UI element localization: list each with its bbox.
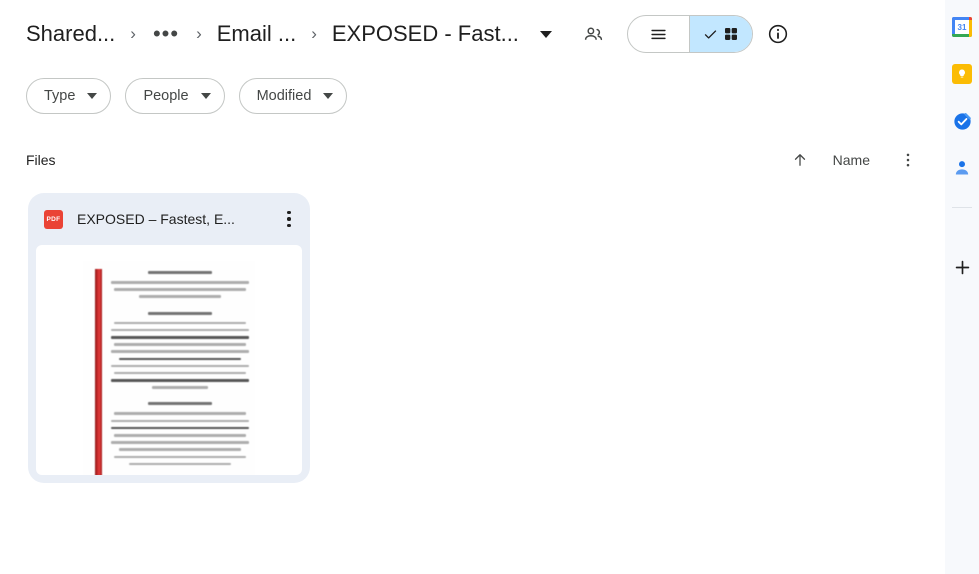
view-toggle[interactable] bbox=[626, 15, 753, 53]
pdf-file-icon: PDF bbox=[44, 209, 63, 229]
filter-chip-people[interactable]: People bbox=[125, 78, 225, 114]
file-card[interactable]: PDF EXPOSED – Fastest, E... bbox=[28, 193, 310, 483]
filter-chip-modified-label: Modified bbox=[256, 88, 312, 104]
breadcrumb-separator: › bbox=[311, 24, 317, 43]
google-contacts-icon[interactable] bbox=[951, 157, 973, 179]
sort-by-label: Name bbox=[832, 152, 870, 168]
breadcrumb-shared[interactable]: Shared... bbox=[22, 19, 119, 49]
plus-icon bbox=[955, 260, 969, 274]
file-card-header: PDF EXPOSED – Fastest, E... bbox=[28, 193, 310, 245]
filter-chip-type[interactable]: Type bbox=[26, 78, 112, 114]
caret-down-icon bbox=[323, 93, 334, 99]
list-view-button[interactable] bbox=[628, 16, 690, 52]
file-grid: PDF EXPOSED – Fastest, E... bbox=[0, 179, 945, 483]
rail-divider bbox=[952, 207, 972, 208]
file-card-thumbnail[interactable] bbox=[36, 245, 302, 475]
file-card-menu-button[interactable] bbox=[274, 204, 304, 234]
files-section-header: Files Name bbox=[0, 114, 945, 179]
drive-folder-view: Shared... › ••• › Email ... › EXPOSED - … bbox=[0, 0, 979, 574]
info-icon bbox=[768, 24, 788, 44]
document-red-bar bbox=[95, 269, 102, 475]
filter-chip-type-label: Type bbox=[44, 88, 76, 104]
document-preview bbox=[83, 261, 255, 475]
google-calendar-icon[interactable]: 31 bbox=[951, 16, 973, 38]
more-vertical-icon bbox=[906, 153, 910, 167]
caret-down-icon bbox=[200, 93, 211, 99]
share-button[interactable] bbox=[575, 15, 613, 53]
breadcrumb-separator: › bbox=[196, 24, 202, 43]
breadcrumb-overflow[interactable]: ••• bbox=[147, 21, 185, 47]
google-tasks-icon[interactable] bbox=[951, 110, 973, 132]
files-section-title: Files bbox=[26, 152, 56, 168]
google-keep-icon[interactable] bbox=[951, 63, 973, 85]
pdf-file-icon-label: PDF bbox=[46, 215, 61, 223]
main-content: Shared... › ••• › Email ... › EXPOSED - … bbox=[0, 0, 945, 574]
breadcrumb-email[interactable]: Email ... bbox=[213, 19, 300, 49]
filter-chip-modified[interactable]: Modified bbox=[238, 78, 348, 114]
sort-direction-button[interactable] bbox=[781, 141, 819, 179]
google-calendar-day-label: 31 bbox=[957, 22, 967, 32]
chevron-down-icon bbox=[539, 30, 552, 38]
filter-chips: Type People Modified bbox=[0, 68, 945, 114]
add-app-button[interactable] bbox=[951, 256, 973, 278]
document-text-lines bbox=[111, 271, 249, 470]
files-section-actions: Name bbox=[781, 141, 927, 179]
check-icon bbox=[704, 29, 717, 39]
lightbulb-icon bbox=[959, 69, 965, 78]
grid-view-button[interactable] bbox=[689, 16, 752, 52]
more-vertical-icon bbox=[287, 210, 291, 215]
files-more-options-button[interactable] bbox=[889, 141, 927, 179]
filter-chip-people-label: People bbox=[143, 88, 189, 104]
sort-by-button[interactable]: Name bbox=[821, 143, 887, 177]
breadcrumb-separator: › bbox=[130, 24, 136, 43]
arrow-up-icon bbox=[794, 154, 805, 166]
breadcrumb-current[interactable]: EXPOSED - Fast... bbox=[328, 19, 523, 49]
side-panel-rail: 31 bbox=[945, 0, 979, 574]
people-share-icon bbox=[585, 27, 603, 40]
grid-view-icon bbox=[724, 28, 737, 40]
list-view-icon bbox=[651, 29, 666, 39]
more-vertical-icon bbox=[287, 223, 291, 228]
details-info-button[interactable] bbox=[759, 15, 797, 53]
header-bar: Shared... › ••• › Email ... › EXPOSED - … bbox=[0, 0, 945, 68]
file-card-title: EXPOSED – Fastest, E... bbox=[77, 211, 235, 227]
more-vertical-icon bbox=[287, 217, 291, 221]
caret-down-icon bbox=[87, 93, 98, 99]
folder-dropdown-button[interactable] bbox=[531, 19, 561, 49]
